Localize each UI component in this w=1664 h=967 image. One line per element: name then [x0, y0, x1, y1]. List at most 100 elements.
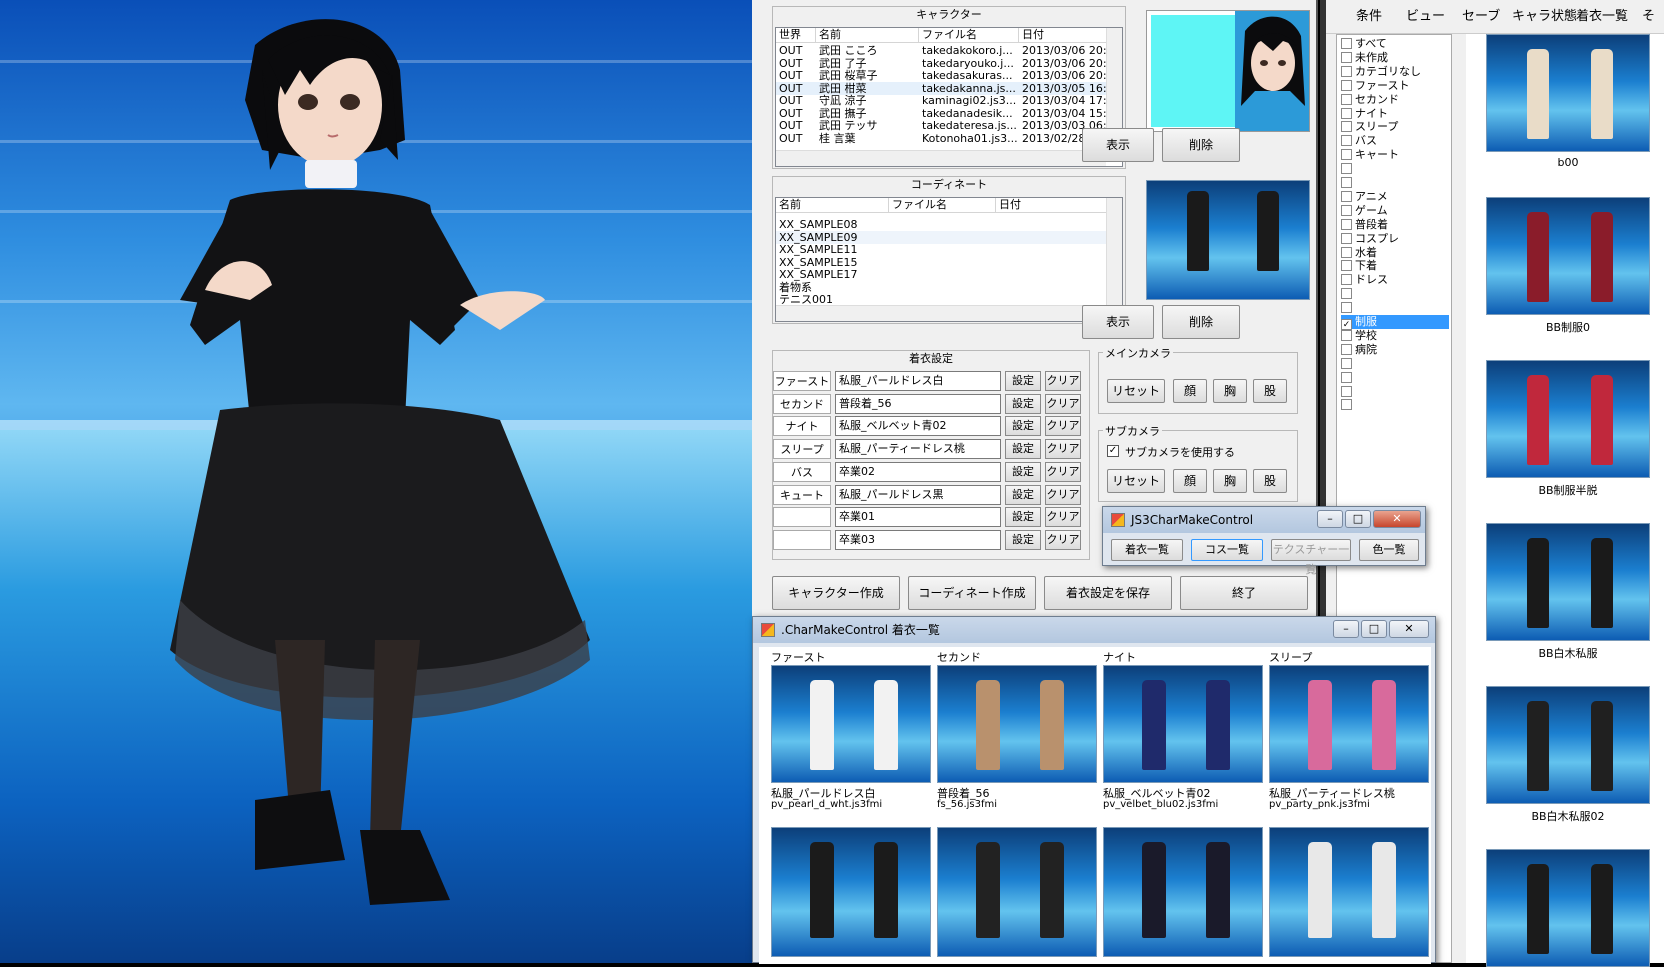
- category-item[interactable]: ゲーム: [1341, 204, 1388, 218]
- clear-button[interactable]: クリア: [1045, 393, 1081, 414]
- category-checkbox[interactable]: [1341, 343, 1352, 355]
- create-coordinate-button[interactable]: コーディネート作成: [908, 576, 1036, 610]
- clothing-value-field[interactable]: 普段着_56: [835, 393, 1001, 414]
- exit-button[interactable]: 終了: [1180, 576, 1308, 610]
- category-item[interactable]: 学校: [1341, 329, 1377, 343]
- category-item[interactable]: [1341, 162, 1355, 176]
- main-camera-crotch-button[interactable]: 股: [1253, 379, 1287, 403]
- horizontal-scrollbar[interactable]: [776, 150, 1106, 166]
- minimize-button[interactable]: –: [1317, 510, 1343, 528]
- category-checkbox[interactable]: [1341, 204, 1352, 216]
- category-item[interactable]: [1341, 176, 1355, 190]
- clear-button[interactable]: クリア: [1045, 461, 1081, 482]
- outfit-thumbnail[interactable]: [1486, 197, 1650, 315]
- clothes-thumbnail[interactable]: [1103, 665, 1263, 783]
- outfit-thumbnail[interactable]: [1486, 849, 1650, 967]
- maximize-button[interactable]: □: [1345, 510, 1371, 528]
- category-item[interactable]: [1341, 385, 1355, 399]
- coordinate-list[interactable]: 名前 ファイル名 日付 XX_SAMPLE08 XX_SAMPLE09 XX_SAM…: [775, 197, 1123, 322]
- category-checkbox[interactable]: [1341, 121, 1352, 133]
- category-item[interactable]: ファースト: [1341, 79, 1409, 93]
- outfit-thumbnail[interactable]: [1486, 34, 1650, 152]
- coordinate-row[interactable]: XX_SAMPLE15: [776, 256, 1106, 269]
- character-row[interactable]: OUT 武田 テッサ takedateresa.js... 2013/03/03 06…: [776, 119, 1108, 132]
- clothing-value-field[interactable]: 私服_パールドレス白: [835, 371, 1001, 391]
- coordinate-row[interactable]: 着物系: [776, 281, 1106, 294]
- column-header[interactable]: 名前: [816, 28, 919, 43]
- sub-camera-chest-button[interactable]: 胸: [1213, 469, 1247, 493]
- outfit-thumbnail-list[interactable]: b00 BB制服0 BB制服半脱 BB白木私服 BB白木私服02: [1466, 34, 1664, 967]
- create-character-button[interactable]: キャラクター作成: [772, 576, 900, 610]
- sub-camera-face-button[interactable]: 顔: [1173, 469, 1207, 493]
- category-item[interactable]: [1341, 301, 1355, 315]
- clothing-value-field[interactable]: 私服_パーティードレス桃: [835, 439, 1001, 460]
- category-checkbox[interactable]: [1341, 232, 1352, 244]
- clear-button[interactable]: クリア: [1045, 416, 1081, 437]
- category-item[interactable]: 水着: [1341, 246, 1377, 260]
- character-row[interactable]: OUT 守凪 涼子 kaminagi02.js3... 2013/03/04 17:0…: [776, 94, 1108, 107]
- outfit-thumbnail[interactable]: [1486, 686, 1650, 804]
- category-checkbox[interactable]: [1341, 38, 1352, 49]
- costume-list-button[interactable]: コス一覧: [1191, 539, 1263, 561]
- clothes-thumbnail[interactable]: [937, 827, 1097, 957]
- column-header[interactable]: 日付: [996, 198, 1108, 213]
- column-header[interactable]: 名前: [776, 198, 889, 213]
- clothing-value-field[interactable]: 卒業03: [835, 529, 1001, 550]
- category-checkbox[interactable]: [1341, 190, 1352, 202]
- sub-camera-checkbox[interactable]: ✓: [1107, 445, 1119, 457]
- category-checkbox[interactable]: [1341, 65, 1352, 77]
- clothes-thumbnail[interactable]: [1269, 665, 1429, 783]
- close-button[interactable]: ✕: [1389, 620, 1429, 638]
- category-checkbox[interactable]: [1341, 218, 1352, 230]
- set-button[interactable]: 設定: [1005, 507, 1041, 528]
- vertical-scrollbar[interactable]: [1106, 198, 1122, 305]
- menu-conditions[interactable]: 条件: [1356, 0, 1382, 34]
- category-checkbox[interactable]: [1341, 288, 1352, 300]
- coordinate-row[interactable]: XX_SAMPLE11: [776, 243, 1106, 256]
- category-item[interactable]: セカンド: [1341, 93, 1399, 107]
- horizontal-scrollbar[interactable]: [776, 305, 1106, 321]
- category-item[interactable]: バス: [1341, 134, 1377, 148]
- clothes-thumbnail[interactable]: [1269, 827, 1429, 957]
- coordinate-row[interactable]: XX_SAMPLE17: [776, 268, 1106, 281]
- sub-camera-crotch-button[interactable]: 股: [1253, 469, 1287, 493]
- category-item[interactable]: スリープ: [1341, 120, 1398, 134]
- set-button[interactable]: 設定: [1005, 439, 1041, 460]
- category-item[interactable]: すべて: [1341, 37, 1387, 51]
- color-list-button[interactable]: 色一覧: [1359, 539, 1419, 561]
- clothes-thumbnail[interactable]: [771, 665, 931, 783]
- category-item[interactable]: 普段着: [1341, 218, 1388, 232]
- close-button[interactable]: ✕: [1373, 510, 1421, 528]
- menu-save[interactable]: セーブ: [1462, 0, 1500, 34]
- character-row[interactable]: OUT桂 言葉Kotonoha01.js3...2013/02/28 22:20…: [776, 132, 1108, 145]
- column-header[interactable]: ファイル名: [919, 28, 1019, 43]
- clear-button[interactable]: クリア: [1045, 529, 1081, 550]
- clear-button[interactable]: クリア: [1045, 507, 1081, 528]
- category-checkbox[interactable]: [1341, 79, 1352, 91]
- main-camera-reset-button[interactable]: リセット: [1107, 379, 1165, 403]
- show-coordinate-button[interactable]: 表示: [1082, 305, 1154, 339]
- show-character-button[interactable]: 表示: [1082, 128, 1154, 162]
- category-checkbox[interactable]: [1341, 385, 1352, 397]
- set-button[interactable]: 設定: [1005, 371, 1041, 391]
- category-item[interactable]: カテゴリなし: [1341, 65, 1421, 79]
- category-checkbox[interactable]: [1341, 135, 1352, 147]
- category-checkbox[interactable]: [1341, 357, 1352, 369]
- clothes-thumbnail[interactable]: [771, 827, 931, 957]
- category-checkbox[interactable]: [1341, 93, 1352, 105]
- outfit-thumbnail[interactable]: [1486, 360, 1650, 478]
- main-camera-face-button[interactable]: 顔: [1173, 379, 1207, 403]
- category-checkbox[interactable]: [1341, 51, 1352, 63]
- category-checkbox[interactable]: [1341, 149, 1352, 161]
- menu-view[interactable]: ビュー: [1406, 0, 1445, 34]
- coordinate-row[interactable]: XX_SAMPLE09: [776, 230, 1106, 244]
- sub-camera-reset-button[interactable]: リセット: [1107, 469, 1165, 493]
- category-checkbox[interactable]: [1341, 329, 1352, 341]
- category-checkbox[interactable]: [1341, 371, 1352, 383]
- column-header[interactable]: 日付: [1019, 28, 1108, 43]
- outfit-thumbnail[interactable]: [1486, 523, 1650, 641]
- set-button[interactable]: 設定: [1005, 484, 1041, 505]
- character-row[interactable]: OUT 武田 了子 takedaryouko.j... 2013/03/06 20:4…: [776, 57, 1108, 70]
- minimize-button[interactable]: –: [1333, 620, 1359, 638]
- clothes-thumbnail[interactable]: [937, 665, 1097, 783]
